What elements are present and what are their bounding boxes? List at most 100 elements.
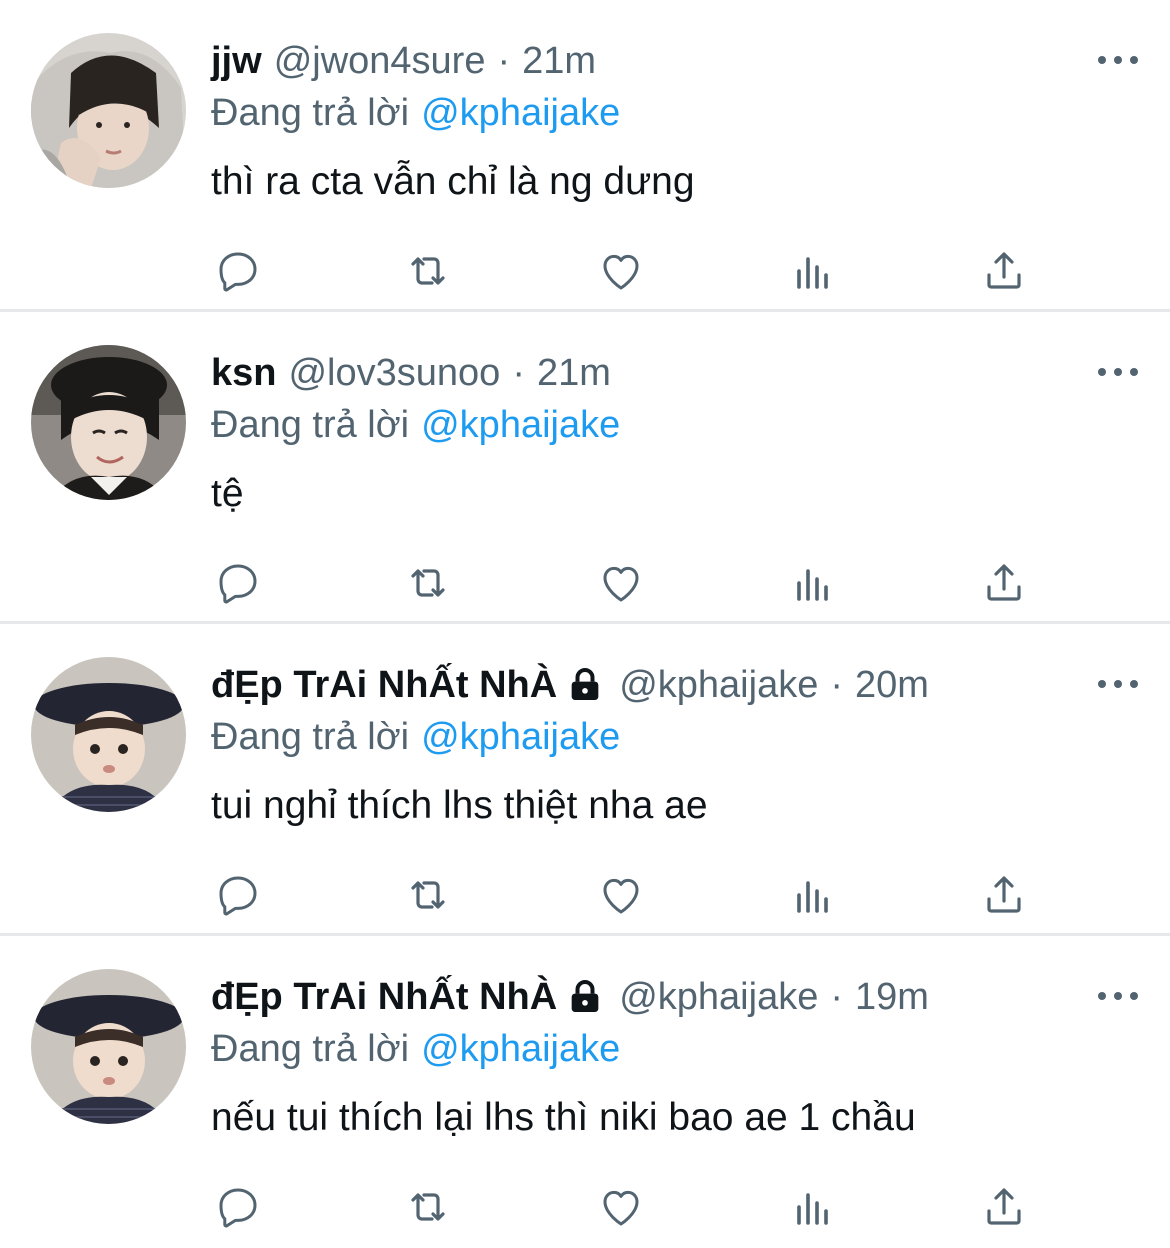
replying-to-label: Đang trả lời xyxy=(211,404,410,446)
share-icon xyxy=(987,252,1021,289)
more-dot-icon xyxy=(1114,368,1122,376)
reply-button[interactable] xyxy=(211,556,265,610)
timestamp[interactable]: 19m xyxy=(855,974,929,1020)
mention-link[interactable]: @kphaijake xyxy=(421,92,620,134)
views-button[interactable] xyxy=(786,244,840,298)
share-button[interactable] xyxy=(977,244,1031,298)
timestamp[interactable]: 20m xyxy=(855,662,929,708)
replying-to: Đang trả lời @kphaijake xyxy=(211,1026,620,1072)
tweet[interactable]: ksn @lov3sunoo · 21m Đang trả lời @kphaij… xyxy=(0,312,1170,624)
avatar[interactable] xyxy=(31,969,186,1124)
reply-thread: jjw @jwon4sure · 21m Đang trả lời @kphaij… xyxy=(0,0,1170,1248)
avatar-image xyxy=(31,969,186,1124)
heart-icon xyxy=(603,878,639,914)
separator-dot: · xyxy=(512,352,525,394)
share-button[interactable] xyxy=(977,1180,1031,1234)
views-button[interactable] xyxy=(786,1180,840,1234)
tweet-actions xyxy=(211,868,1041,922)
timestamp[interactable]: 21m xyxy=(537,350,611,396)
tweet-header: đẸp TrAi NhẤt NhÀ @kphaijake · 19m xyxy=(211,974,929,1020)
user-handle[interactable]: @kphaijake xyxy=(619,974,818,1020)
more-dot-icon xyxy=(1130,56,1138,64)
separator-dot: · xyxy=(830,976,843,1018)
more-options-button[interactable] xyxy=(1098,672,1138,696)
lock-icon xyxy=(565,665,605,705)
more-options-button[interactable] xyxy=(1098,48,1138,72)
timestamp[interactable]: 21m xyxy=(522,38,596,84)
heart-icon xyxy=(603,254,639,290)
retweet-button[interactable] xyxy=(401,868,455,922)
tweet-actions xyxy=(211,556,1041,610)
bar-chart-icon xyxy=(797,881,828,913)
user-handle[interactable]: @jwon4sure xyxy=(274,38,486,84)
bar-chart-icon xyxy=(797,569,828,601)
avatar[interactable] xyxy=(31,657,186,812)
more-dot-icon xyxy=(1114,992,1122,1000)
avatar-image xyxy=(31,657,186,812)
replying-to-label: Đang trả lời xyxy=(211,92,410,134)
heart-icon xyxy=(603,1190,639,1226)
replying-to-label: Đang trả lời xyxy=(211,1028,410,1070)
reply-icon xyxy=(219,1188,257,1228)
display-name[interactable]: đẸp TrAi NhẤt NhÀ xyxy=(211,662,557,708)
display-name[interactable]: đẸp TrAi NhẤt NhÀ xyxy=(211,974,557,1020)
reply-button[interactable] xyxy=(211,1180,265,1234)
user-handle[interactable]: @kphaijake xyxy=(619,662,818,708)
replying-to: Đang trả lời @kphaijake xyxy=(211,714,620,760)
tweet[interactable]: jjw @jwon4sure · 21m Đang trả lời @kphaij… xyxy=(0,0,1170,312)
more-dot-icon xyxy=(1130,680,1138,688)
more-dot-icon xyxy=(1098,680,1106,688)
views-button[interactable] xyxy=(786,556,840,610)
like-button[interactable] xyxy=(594,1180,648,1234)
avatar-image xyxy=(31,33,186,188)
like-button[interactable] xyxy=(594,556,648,610)
tweet-text: nếu tui thích lại lhs thì niki bao ae 1 … xyxy=(211,1096,916,1139)
retweet-button[interactable] xyxy=(401,1180,455,1234)
tweet-text: tệ xyxy=(211,472,244,515)
tweet[interactable]: đẸp TrAi NhẤt NhÀ @kphaijake · 19m Đang … xyxy=(0,936,1170,1248)
tweet-header: jjw @jwon4sure · 21m xyxy=(211,38,596,84)
heart-icon xyxy=(603,566,639,602)
user-handle[interactable]: @lov3sunoo xyxy=(288,350,500,396)
separator-dot: · xyxy=(497,40,511,82)
share-icon xyxy=(987,1188,1021,1225)
more-options-button[interactable] xyxy=(1098,984,1138,1008)
avatar[interactable] xyxy=(31,33,186,188)
tweet-text: thì ra cta vẫn chỉ là ng dưng xyxy=(211,160,695,203)
reply-button[interactable] xyxy=(211,244,265,298)
reply-button[interactable] xyxy=(211,868,265,922)
share-icon xyxy=(987,876,1021,913)
tweet-header: ksn @lov3sunoo · 21m xyxy=(211,350,611,396)
mention-link[interactable]: @kphaijake xyxy=(421,716,620,758)
avatar[interactable] xyxy=(31,345,186,500)
lock-icon xyxy=(565,977,605,1017)
retweet-icon xyxy=(411,1193,445,1221)
bar-chart-icon xyxy=(797,257,828,289)
like-button[interactable] xyxy=(594,244,648,298)
retweet-button[interactable] xyxy=(401,556,455,610)
mention-link[interactable]: @kphaijake xyxy=(421,404,620,446)
share-button[interactable] xyxy=(977,868,1031,922)
more-dot-icon xyxy=(1114,56,1122,64)
replying-to: Đang trả lời @kphaijake xyxy=(211,402,620,448)
display-name[interactable]: jjw xyxy=(211,38,262,84)
more-options-button[interactable] xyxy=(1098,360,1138,384)
tweet-header: đẸp TrAi NhẤt NhÀ @kphaijake · 20m xyxy=(211,662,929,708)
retweet-button[interactable] xyxy=(401,244,455,298)
more-dot-icon xyxy=(1130,992,1138,1000)
views-button[interactable] xyxy=(786,868,840,922)
more-dot-icon xyxy=(1098,56,1106,64)
like-button[interactable] xyxy=(594,868,648,922)
display-name[interactable]: ksn xyxy=(211,350,276,396)
mention-link[interactable]: @kphaijake xyxy=(421,1028,620,1070)
reply-icon xyxy=(219,564,257,604)
reply-icon xyxy=(219,252,257,292)
tweet-actions xyxy=(211,1180,1041,1234)
more-dot-icon xyxy=(1098,368,1106,376)
reply-icon xyxy=(219,876,257,916)
retweet-icon xyxy=(411,569,445,597)
share-button[interactable] xyxy=(977,556,1031,610)
tweet-text: tui nghỉ thích lhs thiệt nha ae xyxy=(211,784,708,827)
tweet-actions xyxy=(211,244,1041,298)
tweet[interactable]: đẸp TrAi NhẤt NhÀ @kphaijake · 20m Đang … xyxy=(0,624,1170,936)
